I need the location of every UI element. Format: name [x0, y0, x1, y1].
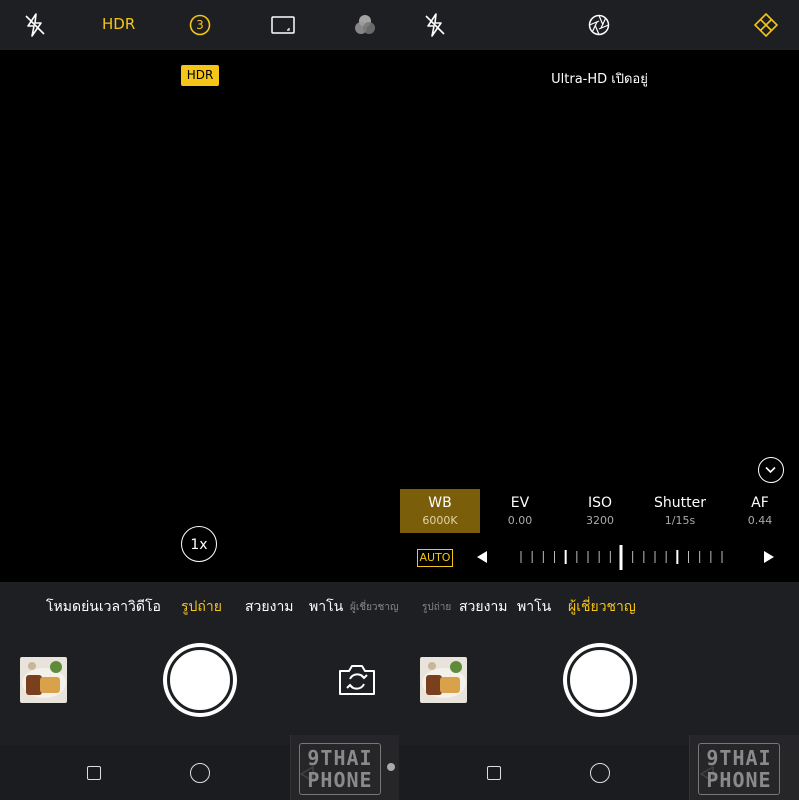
- mode-beauty[interactable]: สวยงาม: [245, 596, 294, 618]
- shutter-button[interactable]: [163, 643, 237, 717]
- shutter-value: 1/15s: [664, 514, 696, 527]
- shutter-control[interactable]: Shutter 1/15s: [640, 489, 720, 533]
- timer-icon[interactable]: 3: [185, 10, 215, 40]
- watermark-line2: PHONE: [307, 768, 373, 792]
- mode-photo[interactable]: รูปถ่าย: [422, 600, 451, 615]
- gallery-thumbnail[interactable]: [420, 657, 467, 703]
- watermark-line1: 9THAI: [307, 746, 373, 770]
- camera-top-bar: HDR 3: [0, 0, 400, 50]
- slider-right-arrow-icon: [764, 551, 774, 563]
- watermark-line1: 9THAI: [706, 746, 772, 770]
- recent-apps-button[interactable]: [87, 766, 101, 780]
- ev-value: 0.00: [507, 514, 533, 527]
- watermark-frame: 9THAI PHONE: [698, 743, 780, 795]
- recent-apps-button[interactable]: [487, 766, 501, 780]
- shutter-bar: [0, 630, 400, 745]
- camera-screen-photo: HDR 3 HDR 1x โหมดย่นเวลา วิดีโอ รูปถ่าย …: [0, 0, 400, 800]
- camera-screen-expert: Ultra-HD เปิดอยู่ WB 6000K EV 0.00 ISO 3…: [400, 0, 799, 800]
- shutter-bar: [400, 630, 799, 745]
- viewfinder[interactable]: [0, 50, 400, 582]
- mode-expert[interactable]: ผู้เชี่ยวชาญ: [568, 596, 636, 618]
- watermark-logo: 9THAI PHONE: [290, 735, 399, 800]
- mode-selector: โหมดย่นเวลา วิดีโอ รูปถ่าย สวยงาม พาโน ผ…: [0, 582, 400, 630]
- shutter-button[interactable]: [563, 643, 637, 717]
- af-value: 0.44: [747, 514, 773, 527]
- aspect-ratio-icon[interactable]: [268, 10, 298, 40]
- hdr-toggle[interactable]: HDR: [102, 15, 135, 33]
- iso-label: ISO: [587, 495, 613, 511]
- mode-video[interactable]: วิดีโอ: [128, 596, 161, 618]
- diamond-grid-icon[interactable]: [751, 10, 781, 40]
- shutter-label: Shutter: [654, 495, 706, 511]
- iso-control[interactable]: ISO 3200: [560, 489, 640, 533]
- mode-selector: รูปถ่าย สวยงาม พาโน ผู้เชี่ยวชาญ: [400, 582, 799, 630]
- aperture-icon[interactable]: [584, 10, 614, 40]
- home-button[interactable]: [190, 763, 210, 783]
- color-filter-icon[interactable]: [350, 10, 380, 40]
- mode-pano[interactable]: พาโน: [309, 596, 343, 618]
- timer-value: 3: [196, 18, 204, 32]
- af-control[interactable]: AF 0.44: [720, 489, 799, 533]
- iso-value: 3200: [586, 514, 614, 527]
- af-label: AF: [751, 495, 769, 511]
- mode-expert[interactable]: ผู้เชี่ยวชาญ: [350, 600, 398, 615]
- watermark-frame: 9THAI PHONE: [299, 743, 381, 795]
- hdr-badge: HDR: [181, 65, 219, 86]
- ultra-hd-status: Ultra-HD เปิดอยู่: [551, 72, 648, 87]
- wb-label: WB: [428, 495, 452, 511]
- gallery-thumbnail[interactable]: [20, 657, 67, 703]
- collapse-controls-button[interactable]: [758, 457, 784, 483]
- slider-left-arrow-icon: [477, 551, 487, 563]
- mode-pano[interactable]: พาโน: [517, 596, 551, 618]
- mode-photo[interactable]: รูปถ่าย: [181, 596, 222, 618]
- flash-off-icon[interactable]: [420, 10, 450, 40]
- pro-controls: WB 6000K EV 0.00 ISO 3200 Shutter 1/15s …: [400, 489, 799, 533]
- watermark-dot: [387, 763, 395, 771]
- zoom-button[interactable]: 1x: [181, 526, 217, 562]
- ev-label: EV: [510, 495, 530, 511]
- wb-value: 6000K: [422, 514, 458, 527]
- camera-top-bar: [400, 0, 799, 50]
- mode-beauty[interactable]: สวยงาม: [459, 596, 508, 618]
- watermark-logo: 9THAI PHONE: [689, 735, 799, 800]
- watermark-line2: PHONE: [706, 768, 772, 792]
- mode-timelapse[interactable]: โหมดย่นเวลา: [46, 596, 128, 618]
- home-button[interactable]: [590, 763, 610, 783]
- wb-control[interactable]: WB 6000K: [400, 489, 480, 533]
- wb-slider[interactable]: [400, 540, 799, 574]
- ev-control[interactable]: EV 0.00: [480, 489, 560, 533]
- flash-off-icon[interactable]: [20, 10, 50, 40]
- switch-camera-icon[interactable]: [336, 662, 378, 698]
